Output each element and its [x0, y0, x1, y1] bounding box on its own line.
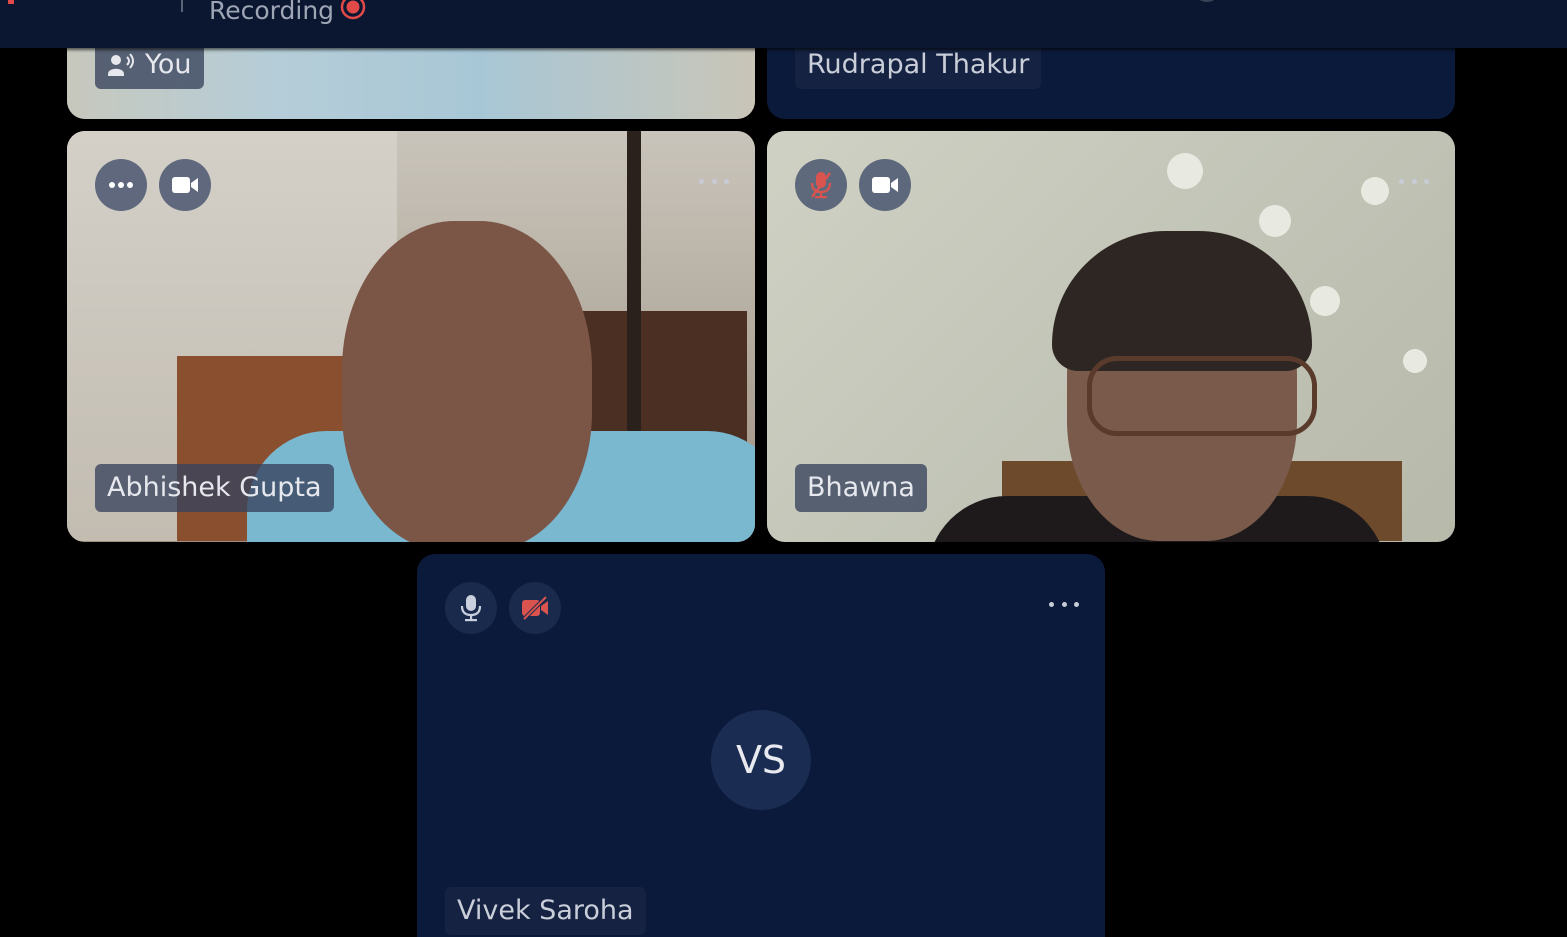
participant-name-badge: You	[95, 41, 204, 89]
top-bar-icon	[1198, 0, 1216, 2]
participant-tile-abhishek[interactable]: Abhishek Gupta	[67, 131, 755, 542]
more-options-button[interactable]	[95, 159, 147, 211]
participant-name: Rudrapal Thakur	[807, 49, 1030, 80]
mic-button[interactable]	[445, 582, 497, 634]
video-camera-icon	[872, 177, 898, 193]
participant-name-badge: Rudrapal Thakur	[795, 41, 1042, 89]
camera-button[interactable]	[159, 159, 211, 211]
dot-icon	[1074, 601, 1079, 607]
camera-button[interactable]	[509, 582, 561, 634]
dot-icon	[1399, 178, 1404, 184]
tile-menu-button[interactable]	[699, 176, 729, 186]
toolbar-divider	[181, 0, 183, 12]
more-horizontal-icon	[109, 182, 133, 188]
dot-icon	[1411, 178, 1417, 184]
video-camera-icon	[172, 177, 198, 193]
app-edge-indicator	[8, 0, 14, 4]
participant-name-badge: Abhishek Gupta	[95, 464, 334, 512]
participant-name-badge: Vivek Saroha	[445, 887, 646, 935]
participant-name: Vivek Saroha	[457, 895, 634, 926]
participant-avatar: VS	[711, 710, 811, 810]
tile-menu-button[interactable]	[1049, 599, 1079, 609]
dot-icon	[699, 178, 704, 184]
mic-button[interactable]	[795, 159, 847, 211]
recording-label: Recording	[209, 0, 335, 25]
participant-tile-vivek[interactable]: VS Vivek Saroha	[417, 554, 1105, 937]
top-bar: Recording	[0, 0, 1567, 48]
tile-menu-button[interactable]	[1399, 176, 1429, 186]
participant-name: Abhishek Gupta	[107, 472, 322, 503]
participant-name: Bhawna	[807, 472, 915, 503]
participant-tile-bhawna[interactable]: Bhawna	[767, 131, 1455, 542]
mic-icon	[460, 595, 482, 622]
speaking-icon	[108, 53, 134, 76]
mic-muted-icon	[810, 172, 832, 199]
recording-icon[interactable]	[340, 0, 366, 22]
meeting-grid: Recording You Rudrapal Thakur Abhishek G…	[0, 0, 1567, 937]
participant-name: You	[145, 49, 192, 80]
dot-icon	[724, 178, 729, 184]
dot-icon	[1061, 601, 1067, 607]
dot-icon	[711, 178, 717, 184]
video-camera-off-icon	[522, 596, 548, 620]
participant-name-badge: Bhawna	[795, 464, 927, 512]
dot-icon	[1049, 601, 1054, 607]
dot-icon	[1424, 178, 1429, 184]
camera-button[interactable]	[859, 159, 911, 211]
